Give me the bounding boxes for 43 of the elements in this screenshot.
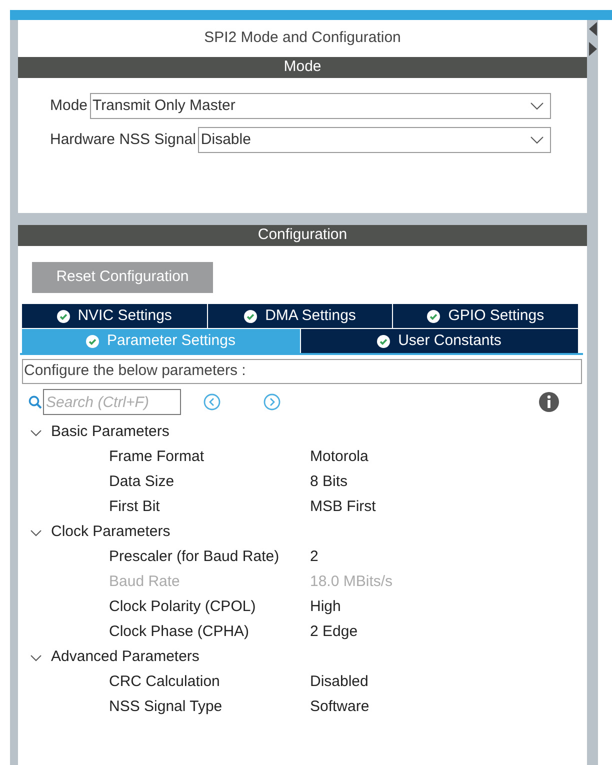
parameter-name[interactable]: Clock Phase (CPHA) — [109, 621, 310, 644]
parameter-value[interactable]: High — [310, 596, 341, 619]
parameter-value[interactable]: 2 — [310, 546, 318, 569]
parameter-name[interactable]: CRC Calculation — [109, 671, 310, 694]
expand-right-icon[interactable] — [589, 42, 597, 56]
group-label[interactable]: Advanced Parameters — [51, 646, 200, 669]
check-circle-icon — [56, 310, 70, 322]
parameter-value[interactable]: 8 Bits — [310, 471, 348, 494]
settings-tab[interactable]: User Constants — [300, 329, 579, 353]
group-label[interactable]: Basic Parameters — [51, 421, 170, 444]
collapse-left-icon[interactable] — [589, 22, 597, 36]
search-icon — [28, 395, 42, 409]
chevron-down-icon — [530, 102, 544, 110]
check-circle-icon — [377, 334, 390, 348]
check-circle-icon — [427, 310, 440, 322]
parameter-value[interactable]: Motorola — [310, 446, 368, 469]
panel-title: SPI2 Mode and Configuration — [203, 28, 402, 48]
dropdown[interactable]: Disable — [198, 127, 551, 153]
parameter-value[interactable]: MSB First — [310, 496, 376, 519]
parameter-name[interactable]: Frame Format — [109, 446, 310, 469]
parameter-name[interactable]: Prescaler (for Baud Rate) — [109, 546, 310, 569]
field-label: Mode — [50, 96, 88, 116]
dropdown[interactable]: Transmit Only Master — [90, 93, 551, 119]
hint-text: Configure the below parameters : — [22, 359, 582, 384]
parameter-value[interactable]: Software — [310, 696, 370, 719]
parameter-value[interactable]: Disabled — [310, 671, 368, 694]
group-label[interactable]: Clock Parameters — [51, 521, 170, 544]
settings-tab[interactable]: GPIO Settings — [393, 304, 580, 328]
parameter-name[interactable]: Clock Polarity (CPOL) — [109, 596, 310, 619]
parameter-value[interactable]: 2 Edge — [310, 621, 358, 644]
search-field[interactable]: Search (Ctrl+F) — [43, 389, 181, 415]
settings-tab[interactable]: NVIC Settings — [22, 304, 208, 328]
check-circle-icon — [244, 310, 258, 322]
info-icon[interactable] — [539, 392, 559, 412]
section-header: Mode — [18, 57, 587, 78]
field-label: Hardware NSS Signal — [50, 130, 196, 150]
check-circle-icon — [86, 334, 100, 348]
parameter-name[interactable]: First Bit — [109, 496, 310, 519]
section-header: Configuration — [18, 225, 587, 246]
settings-tab[interactable]: DMA Settings — [208, 304, 394, 328]
parameter-name[interactable]: Data Size — [109, 471, 310, 494]
chevron-down-icon — [530, 136, 544, 144]
parameter-name[interactable]: NSS Signal Type — [109, 696, 310, 719]
